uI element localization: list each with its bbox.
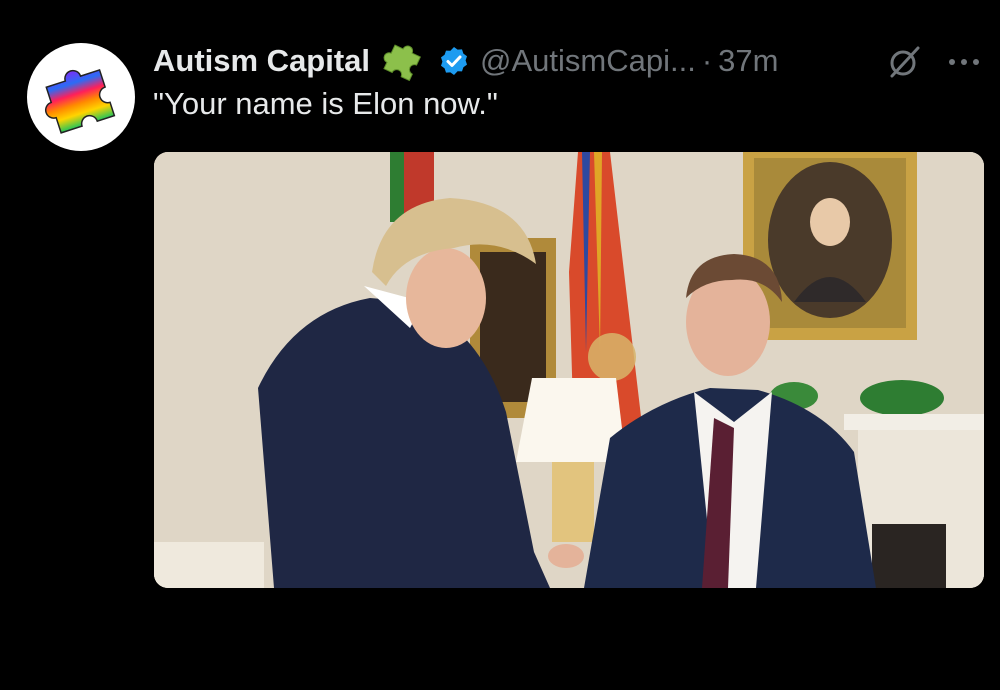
tweet-photo[interactable]	[154, 152, 984, 588]
rainbow-puzzle-piece-icon	[45, 68, 116, 134]
verified-badge-icon[interactable]	[438, 45, 470, 77]
tweet[interactable]: Autism Capital @AutismCapi... · 37m "You…	[0, 0, 1000, 690]
display-name[interactable]: Autism Capital	[153, 43, 370, 79]
puzzle-piece-emoji-icon	[380, 38, 426, 84]
tweet-header: Autism Capital @AutismCapi... · 37m	[153, 38, 778, 84]
tweet-text: "Your name is Elon now."	[153, 86, 498, 121]
photo-image	[154, 152, 984, 588]
avatar[interactable]	[27, 43, 135, 151]
grok-icon[interactable]	[886, 44, 922, 80]
more-horizontal-icon[interactable]	[944, 44, 984, 80]
handle[interactable]: @AutismCapi...	[480, 43, 696, 79]
separator: ·	[701, 43, 713, 78]
timestamp[interactable]: 37m	[718, 43, 778, 79]
